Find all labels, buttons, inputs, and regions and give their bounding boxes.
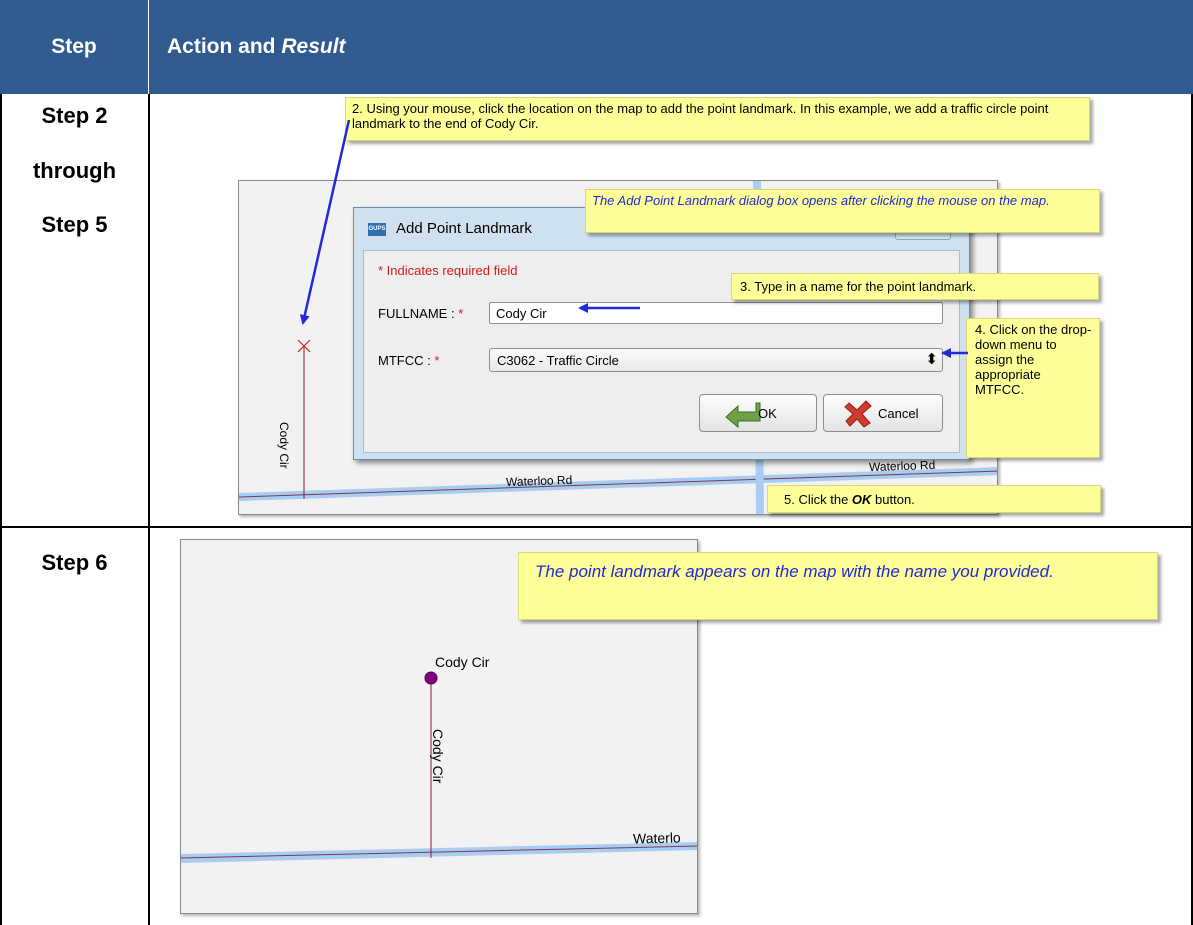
street-label-waterloo-left: Waterloo Rd xyxy=(505,472,573,490)
point-landmark-label: Cody Cir xyxy=(435,654,490,670)
cancel-button-label: Cancel xyxy=(878,406,919,421)
step-label-row1-line3: Step 5 xyxy=(41,212,108,237)
green-arrow-icon xyxy=(725,402,761,429)
fullname-required-star: * xyxy=(458,306,464,321)
callout-step-3: 3. Type in a name for the point landmark… xyxy=(731,273,1099,300)
red-x-icon xyxy=(844,400,872,428)
street-label-waterloo-2: Waterlo xyxy=(632,829,681,847)
instruction-table: Step Action and Result Step 2 through St… xyxy=(0,0,1193,925)
header-step-text: Step xyxy=(51,35,97,58)
mtfcc-label: MTFCC : * xyxy=(378,353,439,368)
table-header: Step Action and Result xyxy=(0,0,1193,94)
mtfcc-dropdown[interactable]: C3062 - Traffic Circle ⬍ xyxy=(489,348,943,372)
dropdown-updown-icon: ⬍ xyxy=(925,351,938,368)
header-result-text: Result xyxy=(281,35,346,58)
cancel-button[interactable]: Cancel xyxy=(823,394,943,432)
step-label-row1-line2: through xyxy=(32,158,117,183)
add-point-landmark-dialog: GUPS Add Point Landmark * Indicates requ… xyxy=(353,207,970,460)
header-action-text: Action and xyxy=(167,35,282,58)
callout-step-5-prefix: 5. Click the xyxy=(784,492,852,507)
callout-step-5-ok: OK xyxy=(851,492,872,507)
header-step: Step xyxy=(0,0,149,94)
point-landmark-marker xyxy=(424,671,438,685)
step-label-row2: Step 6 xyxy=(41,550,108,575)
callout-step-6: The point landmark appears on the map wi… xyxy=(518,552,1158,620)
mtfcc-selected-value: C3062 - Traffic Circle xyxy=(497,353,619,368)
street-label-cody-cir-2: Cody Cir xyxy=(430,729,446,784)
step-label-row1-line1: Step 2 xyxy=(41,103,108,128)
callout-step-4: 4. Click on the drop-down menu to assign… xyxy=(966,318,1100,458)
required-field-note: * Indicates required field xyxy=(378,263,518,278)
street-label-waterloo-right: Waterloo Rd xyxy=(868,457,936,475)
ok-button-label: OK xyxy=(758,406,777,421)
callout-dialog-opens: The Add Point Landmark dialog box opens … xyxy=(585,189,1100,233)
ok-button[interactable]: OK xyxy=(699,394,817,432)
callout-step-5: 5. Click the OK button. xyxy=(767,485,1101,513)
mtfcc-required-star: * xyxy=(434,353,440,368)
callout-step-5-suffix: button. xyxy=(871,492,915,507)
callout-step-2: 2. Using your mouse, click the location … xyxy=(345,97,1090,141)
fullname-label: FULLNAME : * xyxy=(378,306,463,321)
street-label-cody-cir: Cody Cir xyxy=(277,422,291,469)
dialog-title: Add Point Landmark xyxy=(396,220,532,237)
mtfcc-label-text: MTFCC : xyxy=(378,353,435,368)
header-action: Action and Result xyxy=(150,0,346,94)
fullname-label-text: FULLNAME : xyxy=(378,306,459,321)
row-divider xyxy=(0,526,1193,528)
fullname-input[interactable] xyxy=(489,302,943,324)
gups-app-icon: GUPS xyxy=(368,223,386,236)
